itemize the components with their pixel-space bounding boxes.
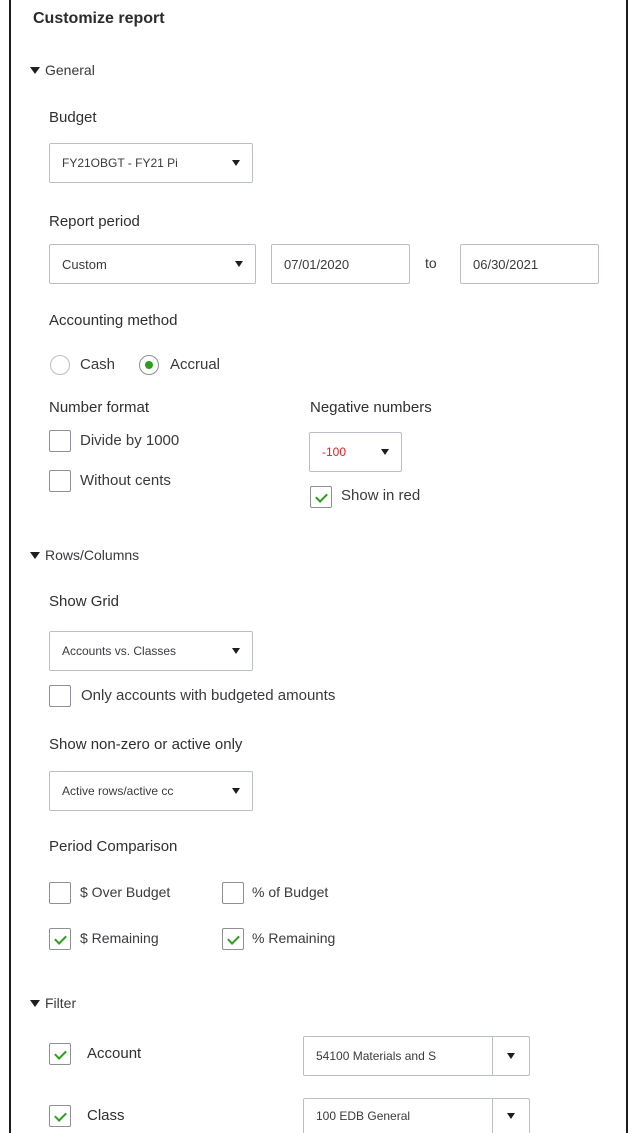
without-cents-checkbox[interactable]	[49, 470, 71, 492]
section-toggle-filter[interactable]: Filter	[30, 995, 76, 1011]
chevron-down-icon	[507, 1053, 515, 1059]
panel-title: Customize report	[33, 10, 165, 27]
show-grid-label: Show Grid	[49, 593, 120, 610]
class-filter-select[interactable]: 100 EDB General	[303, 1098, 530, 1133]
panel-left-border	[9, 0, 11, 1133]
section-toggle-rows-columns[interactable]: Rows/Columns	[30, 547, 139, 563]
start-date-input[interactable]: 07/01/2020	[271, 244, 410, 284]
customize-report-panel: Customize report General Budget FY21OBGT…	[0, 0, 629, 1133]
non-zero-select[interactable]: Active rows/active cc	[49, 771, 253, 811]
accounting-method-label: Accounting method	[49, 312, 178, 329]
show-grid-value: Accounts vs. Classes	[62, 644, 177, 658]
divide-by-1000-label: Divide by 1000	[80, 432, 180, 449]
period-comparison-label: Period Comparison	[49, 838, 178, 855]
select-divider	[492, 1099, 493, 1133]
chevron-down-icon	[507, 1113, 515, 1119]
only-budgeted-checkbox[interactable]	[49, 685, 71, 707]
section-label-general: General	[45, 62, 95, 78]
over-budget-checkbox[interactable]	[49, 882, 71, 904]
chevron-down-icon	[232, 788, 240, 794]
report-period-select-value: Custom	[62, 256, 107, 272]
checkmark-icon	[54, 932, 67, 945]
budget-label: Budget	[49, 109, 97, 126]
negative-numbers-label: Negative numbers	[310, 399, 432, 416]
panel-right-border	[626, 0, 628, 1133]
class-filter-checkbox[interactable]	[49, 1105, 71, 1127]
class-filter-value: 100 EDB General	[316, 1109, 411, 1123]
checkmark-icon	[54, 1047, 67, 1060]
checkmark-icon	[54, 1109, 67, 1122]
only-budgeted-label: Only accounts with budgeted amounts	[81, 687, 336, 704]
chevron-down-icon	[232, 160, 240, 166]
accrual-radio[interactable]	[139, 355, 159, 375]
negative-numbers-select[interactable]: -100	[309, 432, 402, 472]
negative-numbers-value: -100	[322, 445, 347, 459]
checkmark-icon	[315, 490, 328, 503]
account-filter-value: 54100 Materials and S	[316, 1049, 437, 1063]
pct-of-budget-label: % of Budget	[252, 884, 329, 900]
number-format-label: Number format	[49, 399, 150, 416]
over-budget-label: $ Over Budget	[80, 884, 171, 900]
divide-by-1000-checkbox[interactable]	[49, 430, 71, 452]
accrual-radio-label: Accrual	[170, 356, 221, 373]
without-cents-label: Without cents	[80, 472, 171, 489]
account-filter-checkbox[interactable]	[49, 1043, 71, 1065]
remaining-label: $ Remaining	[80, 930, 159, 946]
pct-of-budget-checkbox[interactable]	[222, 882, 244, 904]
caret-down-icon	[30, 551, 40, 559]
caret-down-icon	[30, 66, 40, 74]
report-period-select[interactable]: Custom	[49, 244, 256, 284]
account-filter-label: Account	[87, 1045, 142, 1062]
report-period-label: Report period	[49, 213, 140, 230]
pct-remaining-checkbox[interactable]	[222, 928, 244, 950]
budget-select[interactable]: FY21OBGT - FY21 Pi	[49, 143, 253, 183]
pct-remaining-label: % Remaining	[252, 930, 336, 946]
select-divider	[492, 1037, 493, 1075]
chevron-down-icon	[232, 648, 240, 654]
chevron-down-icon	[235, 261, 243, 267]
section-label-filter: Filter	[45, 995, 77, 1011]
account-filter-select[interactable]: 54100 Materials and S	[303, 1036, 530, 1076]
end-date-input[interactable]: 06/30/2021	[460, 244, 599, 284]
budget-select-value: FY21OBGT - FY21 Pi	[62, 156, 178, 170]
show-in-red-checkbox[interactable]	[310, 486, 332, 508]
chevron-down-icon	[381, 449, 389, 455]
remaining-checkbox[interactable]	[49, 928, 71, 950]
class-filter-label: Class	[87, 1107, 125, 1124]
cash-radio[interactable]	[50, 355, 70, 375]
cash-radio-label: Cash	[80, 356, 116, 373]
non-zero-value: Active rows/active cc	[62, 784, 174, 798]
section-label-rows-columns: Rows/Columns	[45, 547, 140, 563]
show-grid-select[interactable]: Accounts vs. Classes	[49, 631, 253, 671]
caret-down-icon	[30, 999, 40, 1007]
section-toggle-general[interactable]: General	[30, 62, 95, 78]
to-label: to	[425, 255, 437, 271]
checkmark-icon	[227, 932, 240, 945]
show-in-red-label: Show in red	[341, 487, 421, 504]
non-zero-label: Show non-zero or active only	[49, 736, 243, 753]
